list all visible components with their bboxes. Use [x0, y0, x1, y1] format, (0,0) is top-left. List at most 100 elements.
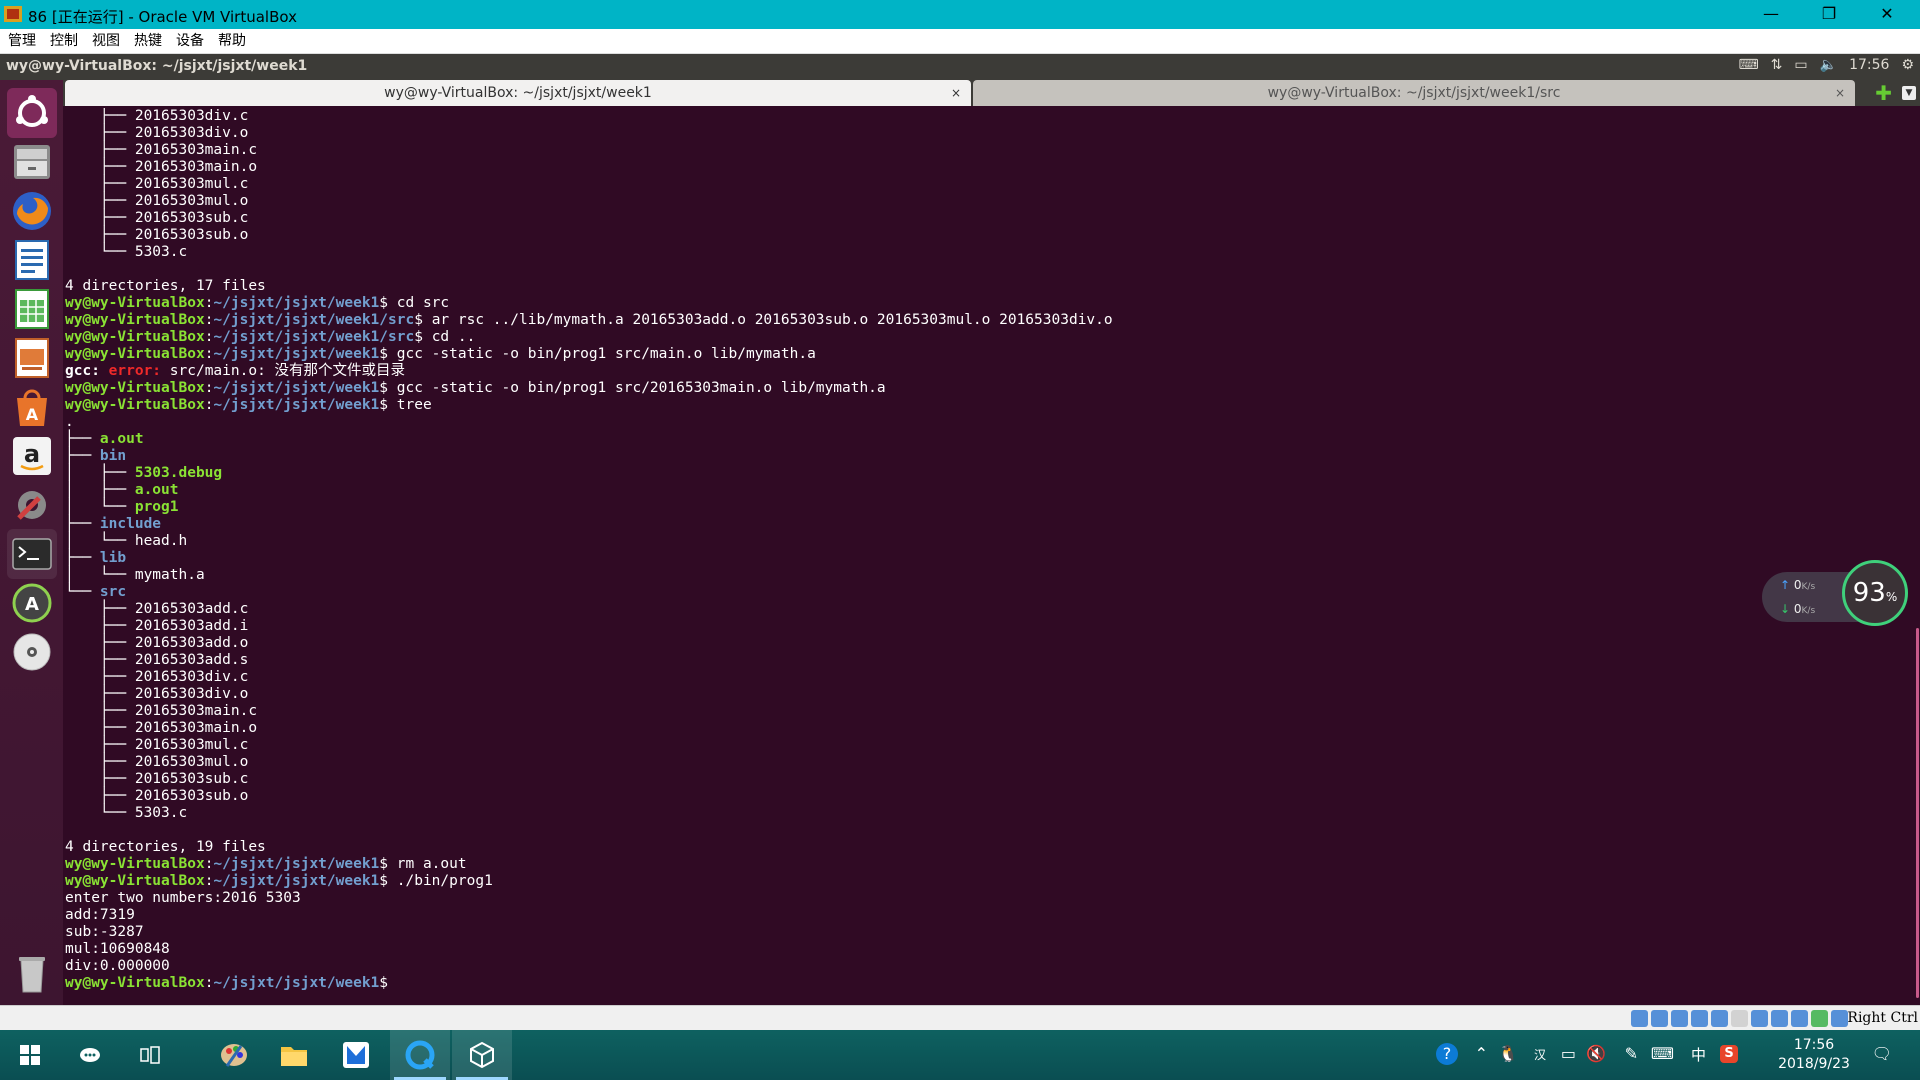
network-indicator-icon[interactable]: ⇅: [1771, 57, 1783, 73]
virtualbox-app-icon: [4, 6, 22, 22]
menu-help[interactable]: 帮助: [211, 29, 253, 53]
menu-view[interactable]: 视图: [85, 29, 127, 53]
trash-icon[interactable]: [7, 948, 57, 998]
tree-file: 20165303main.o: [134, 720, 258, 736]
tree-file: 20165303main.c: [134, 703, 258, 719]
cpu-icon[interactable]: [1791, 1010, 1808, 1027]
terminal-scrollbar[interactable]: [1914, 108, 1920, 998]
mouse-integration-icon[interactable]: [1831, 1010, 1848, 1027]
minimize-button[interactable]: —: [1748, 0, 1794, 29]
dvd-disc-icon[interactable]: [7, 627, 57, 677]
guest-additions-icon[interactable]: [1811, 1010, 1828, 1027]
display-icon[interactable]: [1751, 1010, 1768, 1027]
battery-icon[interactable]: ▭: [1561, 1044, 1576, 1063]
shared-folders-icon[interactable]: [1731, 1010, 1748, 1027]
prompt-user: wy@wy-VirtualBox: [65, 397, 205, 413]
svg-text:a: a: [24, 440, 40, 468]
ubuntu-top-panel: wy@wy-VirtualBox: ~/jsjxt/jsjxt/week1 ⌨ …: [0, 54, 1920, 80]
usb-icon[interactable]: [1711, 1010, 1728, 1027]
tab-close-icon[interactable]: ×: [1835, 80, 1845, 106]
libreoffice-calc-icon[interactable]: [7, 284, 57, 334]
terminal-line: ├── 20165303main.o: [65, 159, 258, 175]
qq-browser-icon[interactable]: [390, 1030, 450, 1080]
menu-control[interactable]: 控制: [43, 29, 85, 53]
error-line: gcc: error: src/main.o: 没有那个文件或目录: [65, 363, 1915, 380]
network-speed-widget[interactable]: ↑ 0K/s ↓ 0K/s 93%: [1762, 560, 1916, 636]
terminal-output[interactable]: ├── 20165303div.c ├── 20165303div.o ├── …: [65, 108, 1915, 998]
files-icon[interactable]: [7, 137, 57, 187]
network-icon[interactable]: [1691, 1010, 1708, 1027]
prompt-path: ~/jsjxt/jsjxt/week1/src: [213, 329, 415, 345]
input-tool-icon[interactable]: 汉: [1534, 1046, 1546, 1063]
arrow-down-icon: ↓: [1780, 602, 1791, 616]
prompt-path: ~/jsjxt/jsjxt/week1: [213, 397, 380, 413]
panel-clock[interactable]: 17:56: [1849, 57, 1889, 73]
dash-home-icon[interactable]: [7, 88, 57, 138]
volume-mute-icon[interactable]: 🔇: [1586, 1044, 1606, 1063]
tab-menu-chevron-down-icon[interactable]: ▼: [1902, 86, 1916, 100]
ime-indicator[interactable]: 中: [1691, 1044, 1706, 1065]
terminal-window[interactable]: wy@wy-VirtualBox: ~/jsjxt/jsjxt/week1 × …: [63, 80, 1920, 1005]
taskbar-clock[interactable]: 17:56 2018/9/23: [1774, 1036, 1854, 1074]
unity-launcher: A a A: [0, 80, 64, 1005]
system-settings-icon[interactable]: [7, 480, 57, 530]
audio-icon[interactable]: [1671, 1010, 1688, 1027]
terminal-line: └── 5303.c: [65, 244, 188, 260]
tree-dir: lib: [99, 550, 127, 566]
firefox-icon[interactable]: [7, 186, 57, 236]
windows-start-icon[interactable]: [0, 1030, 60, 1080]
settings-gear-icon[interactable]: ⚙: [1901, 57, 1914, 73]
close-button[interactable]: ✕: [1864, 0, 1910, 29]
prompt-user: wy@wy-VirtualBox: [65, 312, 205, 328]
qq-penguin-icon[interactable]: 🐧: [1498, 1044, 1518, 1063]
software-updater-icon[interactable]: A: [7, 578, 57, 628]
menu-devices[interactable]: 设备: [169, 29, 211, 53]
keyboard-indicator-icon[interactable]: ⌨: [1738, 57, 1758, 73]
window-titlebar[interactable]: 86 [正在运行] - Oracle VM VirtualBox — ❐ ✕: [0, 0, 1920, 29]
menu-manage[interactable]: 管理: [0, 29, 43, 53]
terminal-icon[interactable]: [7, 529, 57, 579]
tab-week1-src[interactable]: wy@wy-VirtualBox: ~/jsjxt/jsjxt/week1/sr…: [973, 80, 1855, 106]
keyboard-icon[interactable]: ⌨: [1651, 1044, 1674, 1063]
command-line: wy@wy-VirtualBox:~/jsjxt/jsjxt/week1$ ./…: [65, 873, 493, 889]
command-text: ./bin/prog1: [396, 873, 493, 889]
paint-app-icon[interactable]: [204, 1030, 264, 1080]
command-line: wy@wy-VirtualBox:~/jsjxt/jsjxt/week1/src…: [65, 312, 1113, 328]
chevron-up-icon[interactable]: ⌃: [1475, 1044, 1488, 1063]
prompt-user: wy@wy-VirtualBox: [65, 295, 205, 311]
virtualbox-taskbar-icon[interactable]: [452, 1030, 512, 1080]
tab-week1[interactable]: wy@wy-VirtualBox: ~/jsjxt/jsjxt/week1 ×: [65, 80, 971, 106]
battery-indicator-icon[interactable]: ▭: [1794, 57, 1807, 73]
sogou-input-icon[interactable]: S: [1720, 1045, 1738, 1063]
command-text: tree: [396, 397, 432, 413]
libreoffice-writer-icon[interactable]: [7, 235, 57, 285]
cortana-icon[interactable]: [60, 1030, 120, 1080]
prompt-user: wy@wy-VirtualBox: [65, 346, 205, 362]
scrollbar-thumb[interactable]: [1916, 628, 1919, 998]
menu-hotkey[interactable]: 热键: [127, 29, 169, 53]
command-text: ar rsc ../lib/mymath.a 20165303add.o 201…: [431, 312, 1113, 328]
tab-close-icon[interactable]: ×: [951, 80, 961, 106]
libreoffice-impress-icon[interactable]: [7, 333, 57, 383]
restore-button[interactable]: ❐: [1806, 0, 1852, 29]
software-center-icon[interactable]: A: [7, 382, 57, 432]
pen-icon[interactable]: ✎: [1625, 1044, 1638, 1063]
help-question-icon[interactable]: ?: [1436, 1043, 1458, 1065]
task-view-icon[interactable]: [120, 1030, 180, 1080]
notification-center-icon[interactable]: 🗨: [1872, 1044, 1892, 1063]
blue-app-icon[interactable]: [326, 1030, 386, 1080]
terminal-line: ├── 20165303sub.o: [65, 227, 249, 243]
optical-drive-icon[interactable]: [1651, 1010, 1668, 1027]
volume-indicator-icon[interactable]: 🔈: [1820, 57, 1837, 73]
new-tab-plus-icon[interactable]: ✚: [1875, 83, 1892, 103]
amazon-icon[interactable]: a: [7, 431, 57, 481]
file-explorer-icon[interactable]: [264, 1030, 324, 1080]
command-line: wy@wy-VirtualBox:~/jsjxt/jsjxt/week1$ gc…: [65, 346, 816, 362]
video-capture-icon[interactable]: [1771, 1010, 1788, 1027]
memory-usage-gauge[interactable]: 93%: [1842, 560, 1908, 626]
tree-file: 20165303div.c: [134, 669, 249, 685]
tree-file: 20165303mul.o: [134, 754, 249, 770]
prompt-user: wy@wy-VirtualBox: [65, 380, 205, 396]
hard-disk-icon[interactable]: [1631, 1010, 1648, 1027]
command-line: wy@wy-VirtualBox:~/jsjxt/jsjxt/week1$ tr…: [65, 397, 432, 413]
